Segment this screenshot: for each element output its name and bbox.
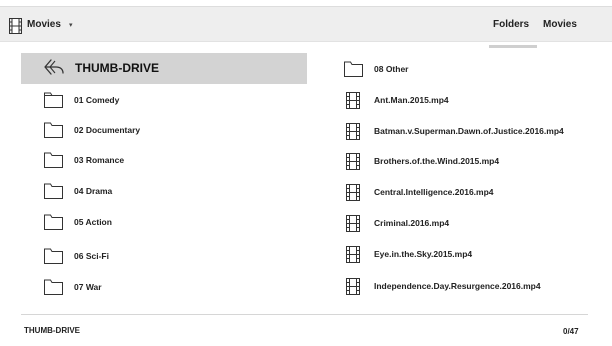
file-label: Central.Intelligence.2016.mp4 (374, 187, 494, 197)
folder-label: 08 Other (374, 64, 409, 74)
library-dropdown[interactable]: Movies (27, 19, 61, 30)
film-icon (346, 246, 360, 263)
folder-icon (44, 183, 63, 199)
back-arrow-icon (44, 59, 64, 75)
active-tab-indicator (489, 45, 537, 48)
film-icon (346, 153, 360, 170)
folder-icon (44, 279, 63, 295)
tab-folders[interactable]: Folders (493, 19, 529, 30)
film-icon (346, 184, 360, 201)
folder-icon (44, 248, 63, 264)
top-bar: Movies ▾ Folders Movies (0, 6, 612, 48)
folder-icon (344, 61, 363, 77)
folder-label: 01 Comedy (74, 95, 120, 105)
film-icon (346, 215, 360, 232)
file-label: Independence.Day.Resurgence.2016.mp4 (374, 281, 541, 291)
film-icon (346, 123, 360, 140)
folder-icon (44, 214, 63, 230)
folder-label: 05 Action (74, 217, 112, 227)
folder-label: 04 Drama (74, 186, 113, 196)
footer-divider (21, 314, 588, 315)
film-icon (9, 18, 22, 34)
folder-icon (44, 92, 63, 108)
film-icon (346, 278, 360, 295)
current-location-label: THUMB-DRIVE (75, 61, 159, 75)
file-label: Eye.in.the.Sky.2015.mp4 (374, 249, 473, 259)
folder-label: 03 Romance (74, 155, 125, 165)
folder-label: 07 War (74, 282, 102, 292)
file-label: Criminal.2016.mp4 (374, 218, 450, 228)
film-icon (346, 92, 360, 109)
chevron-down-icon[interactable]: ▾ (69, 21, 73, 29)
file-label: Ant.Man.2015.mp4 (374, 95, 449, 105)
folder-icon (44, 122, 63, 138)
item-counter: 0/47 (563, 327, 579, 336)
folder-label: 02 Documentary (74, 125, 141, 135)
folder-icon (44, 152, 63, 168)
back-row[interactable]: THUMB-DRIVE (21, 53, 307, 84)
tab-movies[interactable]: Movies (543, 19, 577, 30)
file-label: Brothers.of.the.Wind.2015.mp4 (374, 156, 500, 166)
footer-path: THUMB-DRIVE (24, 326, 80, 335)
folder-label: 06 Sci-Fi (74, 251, 109, 261)
file-label: Batman.v.Superman.Dawn.of.Justice.2016.m… (374, 126, 564, 136)
